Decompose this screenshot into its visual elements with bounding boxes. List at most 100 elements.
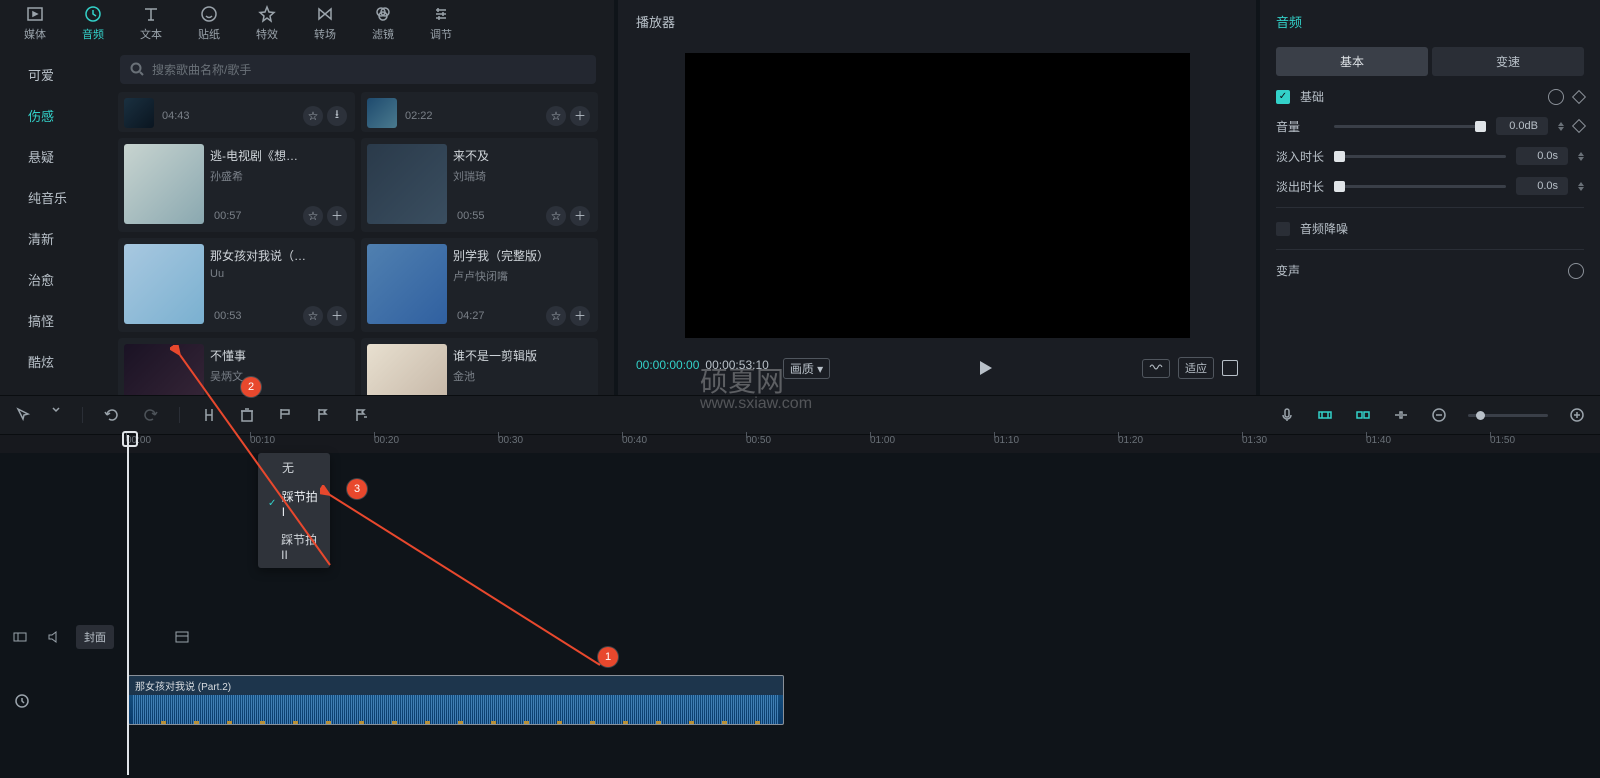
favorite-icon[interactable]: ☆ [303, 206, 323, 226]
fadein-value[interactable]: 0.0s [1516, 147, 1568, 165]
nav-tab-text[interactable]: 文本 [126, 0, 176, 46]
sidebar-item[interactable]: 纯音乐 [28, 188, 114, 207]
dropdown-item-beat2[interactable]: 踩节拍II [258, 525, 330, 568]
adjust-icon [431, 4, 451, 24]
tab-speed[interactable]: 变速 [1432, 47, 1584, 76]
music-duration: 02:22 [405, 110, 433, 122]
basic-checkbox[interactable]: ✓ [1276, 90, 1290, 104]
dropdown-item-none[interactable]: 无 [258, 453, 330, 482]
inspector-panel: 音频 基本 变速 ✓ 基础 音量 0.0dB 淡入时长 0.0s 淡出时长 [1260, 0, 1600, 395]
media-icon [25, 4, 45, 24]
denoise-checkbox[interactable] [1276, 222, 1290, 236]
music-thumb [124, 344, 204, 395]
preview-title: 播放器 [632, 8, 1242, 41]
add-icon[interactable]: ＋ [327, 206, 347, 226]
sidebar-item[interactable]: 可爱 [28, 65, 114, 84]
split-tool[interactable] [200, 406, 218, 424]
favorite-icon[interactable]: ☆ [546, 206, 566, 226]
fadeout-slider[interactable] [1334, 185, 1506, 188]
ruler-tick: 01:20 [1118, 435, 1143, 446]
favorite-icon[interactable]: ☆ [303, 306, 323, 326]
add-icon[interactable]: ＋ [327, 306, 347, 326]
music-card[interactable]: 不懂事吴炳文00:43☆＋ [118, 338, 355, 395]
clip-label: 那女孩对我说 (Part.2) [129, 676, 783, 695]
favorite-icon[interactable]: ☆ [546, 106, 566, 126]
dropdown-item-beat1[interactable]: ✓踩节拍I [258, 482, 330, 525]
magnet-on-icon[interactable] [1316, 406, 1334, 424]
audio-clip[interactable]: 那女孩对我说 (Part.2) [128, 675, 784, 725]
music-card[interactable]: 02:22 ☆＋ [361, 92, 598, 132]
track-expand-icon[interactable] [8, 625, 32, 649]
tab-basic[interactable]: 基本 [1276, 47, 1428, 76]
music-card[interactable]: 来不及刘瑞琦00:55☆＋ [361, 138, 598, 232]
add-icon[interactable]: ＋ [570, 206, 590, 226]
add-icon[interactable]: ⭳ [327, 106, 347, 126]
cover-button[interactable]: 封面 [76, 625, 114, 649]
preview-panel: 播放器 00:00:00:00 00:00:53:10 画质 ▾ 适应 [618, 0, 1256, 395]
timeline-toolbar [0, 395, 1600, 435]
voicechange-reset-icon[interactable] [1568, 263, 1584, 279]
favorite-icon[interactable]: ☆ [303, 106, 323, 126]
align-icon[interactable] [1392, 406, 1410, 424]
reset-icon[interactable] [1548, 89, 1564, 105]
select-tool[interactable] [14, 406, 32, 424]
fadein-label: 淡入时长 [1276, 148, 1324, 165]
music-card[interactable]: 那女孩对我说（…Uu00:53☆＋ [118, 238, 355, 332]
quality-dropdown[interactable]: 画质 ▾ [783, 358, 830, 379]
search-input[interactable]: 搜索歌曲名称/歌手 [120, 55, 596, 84]
nav-tab-effect[interactable]: 特效 [242, 0, 292, 46]
sidebar-item[interactable]: 治愈 [28, 270, 114, 289]
ruler-tick: 01:50 [1490, 435, 1515, 446]
volume-keyframe[interactable] [1572, 119, 1586, 133]
track-list-icon[interactable] [170, 625, 194, 649]
nav-tab-filter[interactable]: 滤镜 [358, 0, 408, 46]
music-card[interactable]: 谁不是一剪辑版金池00:41☆＋ [361, 338, 598, 395]
track-mute-icon[interactable] [42, 625, 66, 649]
music-thumb [367, 98, 397, 128]
nav-tab-media[interactable]: 媒体 [10, 0, 60, 46]
fullscreen-button[interactable] [1222, 360, 1238, 376]
sidebar-item[interactable]: 悬疑 [28, 147, 114, 166]
volume-slider[interactable] [1334, 125, 1486, 128]
undo-button[interactable] [103, 406, 121, 424]
sidebar-item[interactable]: 酷炫 [28, 352, 114, 371]
marker-tool[interactable] [314, 406, 332, 424]
music-card[interactable]: 逃-电视剧《想…孙盛希00:57☆＋ [118, 138, 355, 232]
zoom-in-icon[interactable] [1568, 406, 1586, 424]
fadeout-value[interactable]: 0.0s [1516, 177, 1568, 195]
delete-tool[interactable] [238, 406, 256, 424]
play-button[interactable] [980, 361, 992, 375]
preview-canvas [685, 53, 1190, 338]
favorite-icon[interactable]: ☆ [546, 306, 566, 326]
sidebar-item[interactable]: 亲情 [28, 393, 114, 395]
nav-tab-adjust[interactable]: 调节 [416, 0, 466, 46]
scope-button[interactable] [1142, 359, 1170, 378]
fadein-slider[interactable] [1334, 155, 1506, 158]
nav-tab-audio[interactable]: 音频 [68, 0, 118, 46]
marker2-tool[interactable] [352, 406, 370, 424]
select-dropdown[interactable] [52, 406, 62, 424]
nav-tab-transition[interactable]: 转场 [300, 0, 350, 46]
redo-button[interactable] [141, 406, 159, 424]
sidebar-item[interactable]: 伤感 [28, 106, 114, 125]
music-card[interactable]: 04:43☆⭳ [118, 92, 355, 132]
beat-tool[interactable] [276, 406, 294, 424]
zoom-slider[interactable] [1468, 414, 1548, 417]
zoom-out-icon[interactable] [1430, 406, 1448, 424]
nav-tab-sticker[interactable]: 贴纸 [184, 0, 234, 46]
music-card[interactable]: 别学我（完整版）卢卢快闭嘴04:27☆＋ [361, 238, 598, 332]
volume-value[interactable]: 0.0dB [1496, 117, 1548, 135]
time-ruler[interactable]: 00:0000:1000:2000:3000:4000:5001:0001:10… [126, 435, 1600, 453]
link-icon[interactable] [1354, 406, 1372, 424]
keyframe-icon[interactable] [1572, 89, 1586, 103]
sidebar-item[interactable]: 清新 [28, 229, 114, 248]
music-artist: 卢卢快闭嘴 [453, 268, 586, 284]
add-icon[interactable]: ＋ [570, 106, 590, 126]
fit-button[interactable]: 适应 [1178, 357, 1214, 379]
mic-icon[interactable] [1278, 406, 1296, 424]
lock-icon[interactable] [14, 693, 32, 711]
add-icon[interactable]: ＋ [570, 306, 590, 326]
total-time: 00:00:53:10 [705, 358, 768, 379]
sidebar-item[interactable]: 搞怪 [28, 311, 114, 330]
playhead[interactable] [127, 435, 129, 775]
